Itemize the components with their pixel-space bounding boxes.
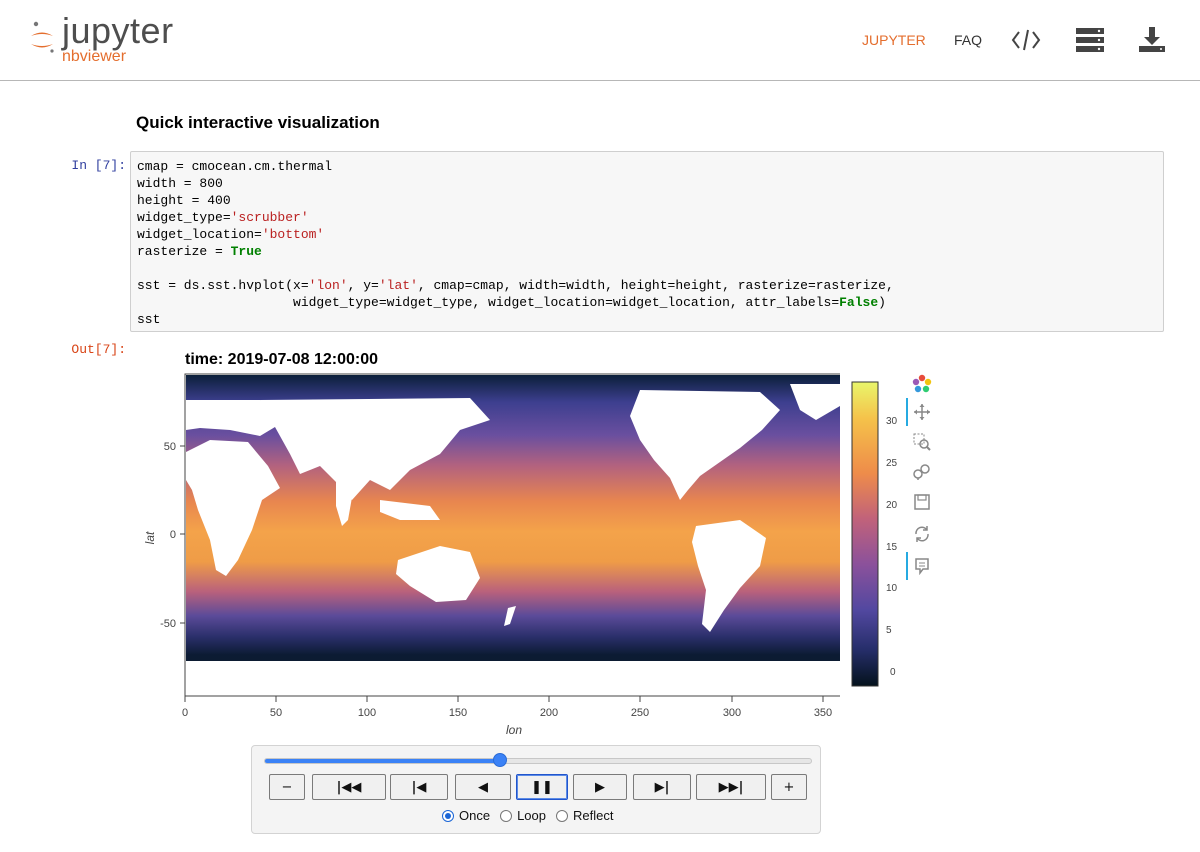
previous-frame-button[interactable]: |◀ [390,774,448,800]
active-tool-indicator [906,398,908,426]
y-tick-label: -50 [160,618,176,630]
time-slider[interactable] [264,753,812,767]
colorbar-tick-label: 20 [886,500,898,511]
play-reverse-button[interactable]: ◀ [455,774,511,800]
jupyter-logo-icon [31,21,54,53]
radio-reflect-label: Reflect [573,808,614,823]
colorbar-tick-label: 0 [890,667,896,678]
input-prompt: In [7]: [71,158,126,173]
colorbar-tick-label: 30 [886,416,898,427]
server-icon [1074,24,1106,56]
next-frame-button[interactable]: ▶| [633,774,691,800]
last-frame-button[interactable]: ▶▶| [696,774,766,800]
code-block[interactable]: cmap = cmocean.cm.thermal width = 800 he… [137,158,894,328]
pan-icon[interactable] [910,400,934,424]
logo-subtitle: nbviewer [62,48,127,65]
x-tick-label: 150 [449,707,467,719]
download-icon [1136,24,1168,56]
x-tick-label: 50 [270,707,282,719]
x-axis-label: lon [506,723,522,737]
player-widget: − |◀◀ |◀ ◀ ❚❚ ▶ ▶| ▶▶| + Once Loop Refle… [251,745,821,834]
slower-button[interactable]: − [269,774,305,800]
view-source-button[interactable] [1010,24,1042,56]
y-tick-label: 0 [170,529,176,541]
loop-option-once[interactable]: Once [442,808,490,823]
active-inspector-indicator [906,552,908,580]
wheel-zoom-icon[interactable] [910,460,934,484]
colorbar-gradient [851,381,879,687]
loop-option-loop[interactable]: Loop [500,808,546,823]
output-prompt: Out[7]: [71,342,126,357]
reset-icon[interactable] [910,522,934,546]
colorbar-tick-label: 5 [886,625,892,636]
colorbar: 30 25 20 15 10 5 0 [851,381,898,687]
plot-title: time: 2019-07-08 12:00:00 [185,351,379,368]
y-axis-label: lat [143,531,157,544]
loop-options: Once Loop Reflect [442,808,623,823]
nav-faq-label[interactable]: FAQ [954,32,982,48]
colorbar-tick-label: 25 [886,458,898,469]
hover-icon[interactable] [910,554,934,578]
x-tick-label: 200 [540,707,558,719]
antarctica-land [186,661,840,676]
section-heading: Quick interactive visualization [136,113,380,132]
jupyter-logo[interactable]: jupyter nbviewer [28,10,198,70]
plot-toolbar [904,370,940,590]
faster-button[interactable]: + [771,774,807,800]
save-icon[interactable] [910,490,934,514]
loop-option-reflect[interactable]: Reflect [556,808,613,823]
play-button[interactable]: ▶ [573,774,627,800]
colorbar-tick-label: 15 [886,542,898,553]
logo-wordmark: jupyter [62,10,174,51]
nav-faq[interactable]: FAQ [954,24,982,56]
nbviewer-header: jupyter nbviewer JUPYTER FAQ [0,0,1200,81]
nav-jupyter[interactable]: JUPYTER [862,24,926,56]
x-tick-label: 100 [358,707,376,719]
code-icon [1010,24,1042,56]
x-tick-label: 350 [814,707,832,719]
pause-button[interactable]: ❚❚ [516,774,568,800]
colorbar-tick-label: 10 [886,583,898,594]
x-axis [184,696,824,702]
nav-jupyter-label[interactable]: JUPYTER [862,32,926,48]
x-tick-label: 0 [182,707,188,719]
y-axis [180,445,185,624]
time-slider-fill [265,759,500,763]
execute-on-binder-button[interactable] [1074,24,1106,56]
y-tick-label: 50 [164,441,176,453]
x-tick-label: 300 [723,707,741,719]
sst-map-plot[interactable]: 50 0 -50 0 50 100 150 200 250 300 350 lo… [140,370,840,740]
download-notebook-button[interactable] [1136,24,1168,56]
radio-once[interactable] [442,809,454,822]
time-slider-handle[interactable] [492,753,507,767]
code-cell[interactable]: cmap = cmocean.cm.thermal width = 800 he… [130,151,1164,332]
radio-reflect[interactable] [556,809,568,822]
x-tick-label: 250 [631,707,649,719]
bokeh-logo-icon[interactable] [910,372,934,396]
first-frame-button[interactable]: |◀◀ [312,774,386,800]
radio-once-label: Once [459,808,491,823]
radio-loop-label: Loop [517,808,546,823]
box-zoom-icon[interactable] [910,430,934,454]
radio-loop[interactable] [500,809,513,822]
